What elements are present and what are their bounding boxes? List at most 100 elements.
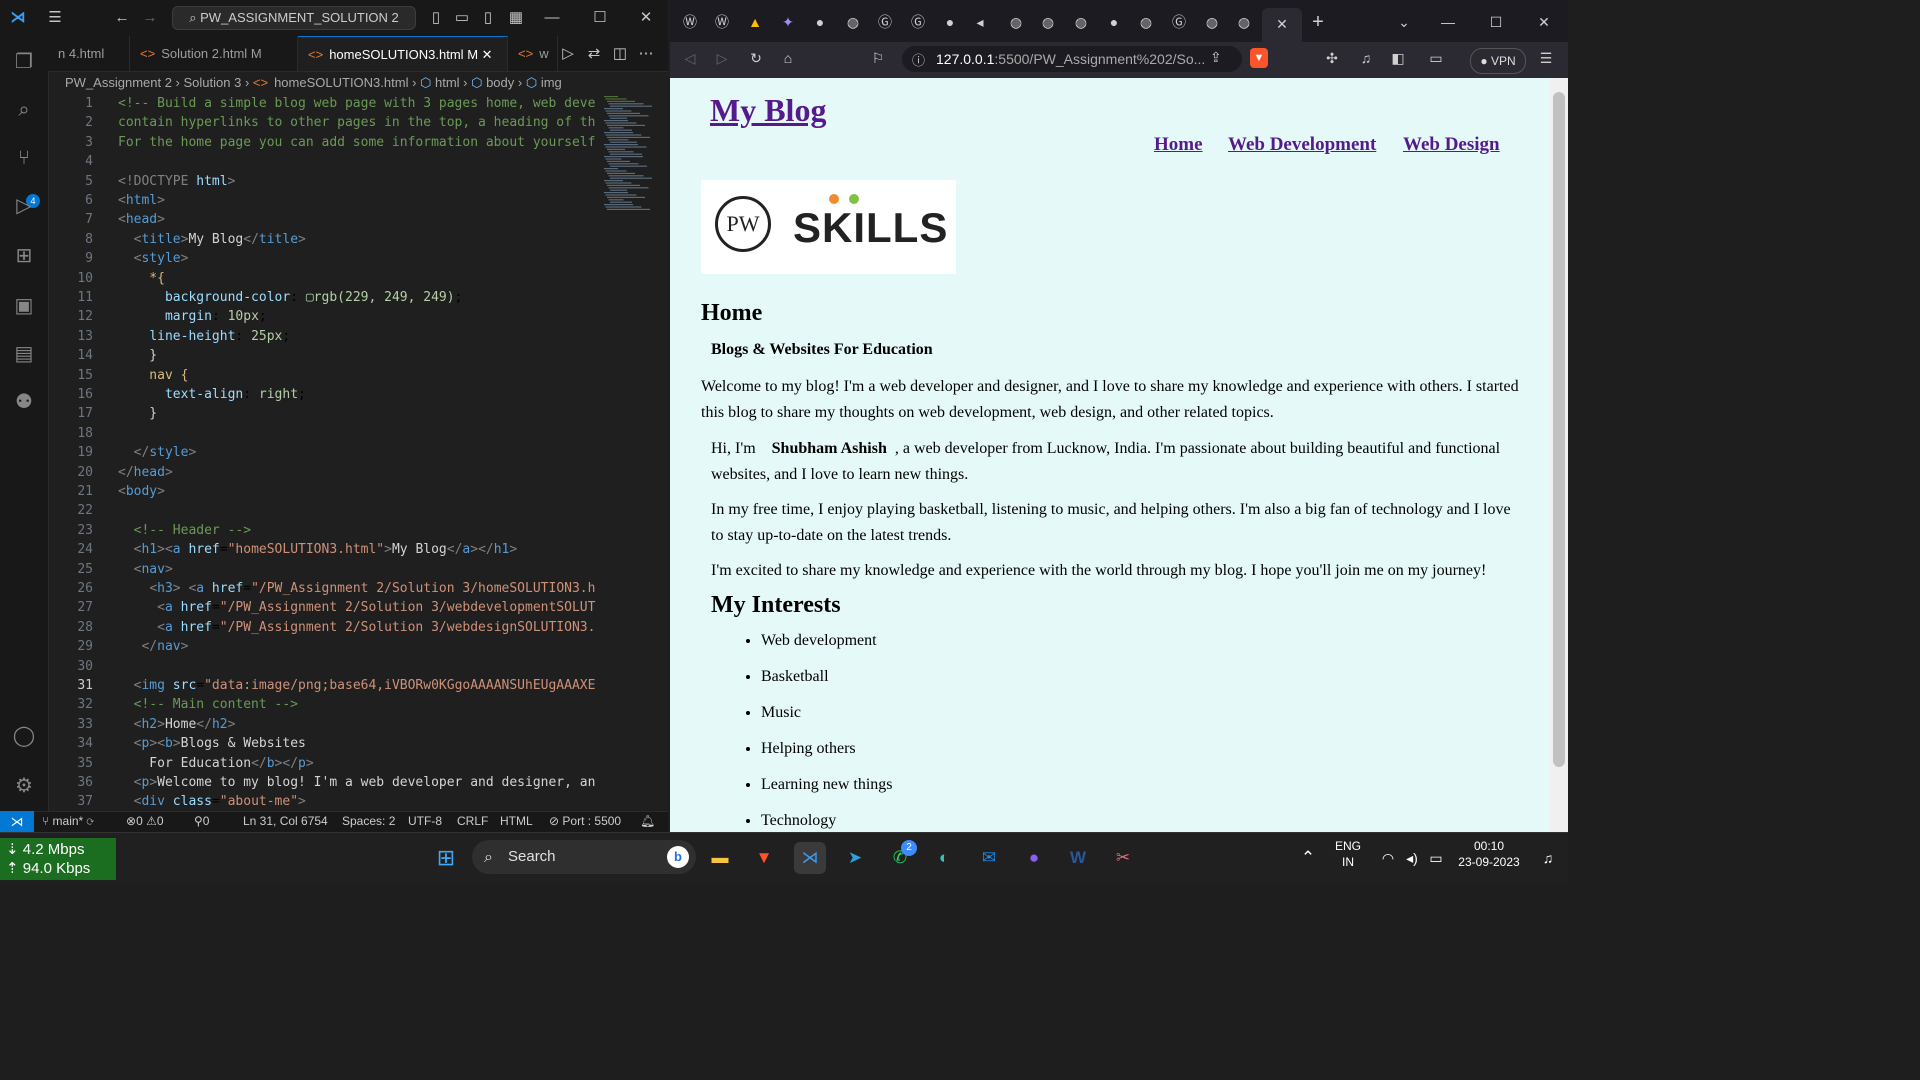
maximize-icon[interactable]: ☐ [588,0,612,36]
tab-favicon-globe-icon[interactable]: ◍ [1134,10,1158,34]
toggle-sidebar-icon[interactable]: ▯ [426,0,446,36]
code-line[interactable]: 32 <!-- Main content --> [48,695,608,714]
tab-favicon-google-icon[interactable]: Ⓖ [1167,10,1191,34]
minimap[interactable] [602,94,656,214]
tab-favicon-globe-icon[interactable]: ◍ [1004,10,1028,34]
bookmark-icon[interactable]: ⚐ [866,46,890,70]
remote-explorer-icon[interactable]: ▣ [0,286,48,326]
tab-favicon-wikipedia-icon[interactable]: Ⓦ [710,10,734,34]
tab-favicon-google-icon[interactable]: Ⓖ [906,10,930,34]
code-line[interactable]: 5 <!DOCTYPE html> [48,172,608,191]
forward-icon[interactable]: ▷ [710,46,734,70]
share-icon[interactable]: ⇪ [1210,49,1222,66]
run-icon[interactable]: ▷ [558,36,578,71]
minimize-icon[interactable]: — [540,0,564,36]
show-hidden-icons-chevron-icon[interactable]: ⌃ [1292,842,1324,874]
code-line[interactable]: 13 line-height: 25px; [48,327,608,346]
tab-favicon-globe-icon[interactable]: ◍ [1069,10,1093,34]
code-line[interactable]: 29 </nav> [48,637,608,656]
tab-favicon-drive-icon[interactable]: ▲ [743,10,767,34]
home-icon[interactable]: ⌂ [776,46,800,70]
customize-layout-icon[interactable]: ▦ [506,0,526,36]
brave-browser-icon[interactable]: ▼ [748,842,780,874]
code-line[interactable]: 21 <body> [48,482,608,501]
new-tab-plus-icon[interactable]: + [1306,10,1330,34]
vscode-taskbar-icon[interactable]: ⋊ [794,842,826,874]
media-icon[interactable]: ♫ [1354,46,1378,70]
command-center-search[interactable]: ⌕ PW_ASSIGNMENT_SOLUTION 2 [172,6,416,30]
tab-list-chevron-icon[interactable]: ⌄ [1392,10,1416,34]
toggle-secondary-sidebar-icon[interactable]: ▯ [478,0,498,36]
code-line[interactable]: 1 <!-- Build a simple blog web page with … [48,94,608,113]
extensions-puzzle-icon[interactable]: ✣ [1320,46,1344,70]
breadcrumb-item[interactable]: body [486,75,514,90]
back-arrow-icon[interactable]: ← [112,0,132,36]
vpn-button[interactable]: ● VPN [1470,48,1526,74]
wallet-icon[interactable]: ▭ [1424,46,1448,70]
tab-favicon-github-icon[interactable]: ● [1102,10,1126,34]
branch-indicator[interactable]: ⑂ main* ⟳ [42,811,94,832]
taskbar-search[interactable]: Search [472,840,696,874]
scrollbar-thumb[interactable] [1553,92,1565,767]
code-line[interactable]: 15 nav { [48,366,608,385]
code-line[interactable]: 37 <div class="about-me"> [48,792,608,811]
manage-gear-icon[interactable]: ⚙ [0,766,48,806]
compare-icon[interactable]: ⇄ [584,36,604,71]
github-desktop-icon[interactable]: ● [1018,842,1050,874]
nav-link-web-design[interactable]: Web Design [1403,134,1500,156]
line-endings[interactable]: CRLF [457,811,488,832]
menu-icon[interactable]: ☰ [44,0,66,36]
code-editor[interactable]: 1 <!-- Build a simple blog web page with … [48,94,668,811]
reload-icon[interactable]: ↻ [744,46,768,70]
live-server-port[interactable]: ⊘ Port : 5500 [549,811,621,832]
indentation[interactable]: Spaces: 2 [342,811,395,832]
tab-solution2[interactable]: <> Solution 2.html M [130,36,298,71]
code-line[interactable]: 20 </head> [48,463,608,482]
close-tab-icon[interactable]: ✕ [482,47,493,62]
minimize-icon[interactable]: — [1436,10,1460,34]
code-line[interactable]: 19 </style> [48,443,608,462]
home-title-link[interactable]: My Blog [710,92,826,128]
code-line[interactable]: 25 <nav> [48,560,608,579]
clock[interactable]: 00:10 23-09-2023 [1452,838,1526,870]
close-window-icon[interactable]: ✕ [1532,10,1556,34]
code-line[interactable]: 30 [48,657,608,676]
code-line[interactable]: 18 [48,424,608,443]
code-line[interactable]: 23 <!-- Header --> [48,521,608,540]
tab-favicon-github-icon[interactable]: ● [938,10,962,34]
tab-favicon-wikipedia-icon[interactable]: Ⓦ [678,10,702,34]
word-icon[interactable]: W [1062,842,1094,874]
code-line[interactable]: 9 <style> [48,249,608,268]
nav-link-web-development[interactable]: Web Development [1228,134,1376,156]
tab-webdesign[interactable]: <> w [508,36,558,71]
code-line[interactable]: 7 <head> [48,210,608,229]
accounts-icon[interactable]: ◯ [0,716,48,756]
outlook-icon[interactable]: ✉ [973,842,1005,874]
tab-solution4[interactable]: n 4.html [48,36,130,71]
brave-shields-icon[interactable]: ▼ [1250,48,1268,68]
tab-favicon-github-icon[interactable]: ● [808,10,832,34]
back-icon[interactable]: ◁ [678,46,702,70]
snipping-tool-icon[interactable]: ✂ [1107,842,1139,874]
bing-icon[interactable]: b [667,846,689,868]
edge-icon[interactable]: ◐ [928,842,960,874]
code-line[interactable]: 26 <h3> <a href="/PW_Assignment 2/Soluti… [48,579,608,598]
search-view-icon[interactable]: ⌕ [0,90,48,130]
code-line[interactable]: 22 [48,501,608,520]
maximize-icon[interactable]: ☐ [1484,10,1508,34]
code-line[interactable]: 31 <img src="data:image/png;base64,iVBOR… [48,676,608,695]
browser-menu-icon[interactable]: ☰ [1534,46,1558,70]
file-explorer-icon[interactable]: ▬ [704,842,736,874]
notebook-icon[interactable]: ▤ [0,334,48,374]
notification-bell-icon[interactable]: ♫ [1532,842,1564,874]
run-debug-icon[interactable]: ▷ [0,186,48,226]
encoding[interactable]: UTF-8 [408,811,442,832]
tab-favicon-globe-icon[interactable]: ◍ [841,10,865,34]
tab-favicon-globe-icon[interactable]: ◍ [1232,10,1256,34]
active-tab[interactable]: ✕ [1262,8,1302,42]
split-editor-icon[interactable]: ◫ [610,36,630,71]
sidebar-toggle-icon[interactable]: ◧ [1386,46,1410,70]
code-line[interactable]: 16 text-align: right; [48,385,608,404]
python-icon[interactable]: ⚉ [0,382,48,422]
nav-link-home[interactable]: Home [1154,134,1203,156]
